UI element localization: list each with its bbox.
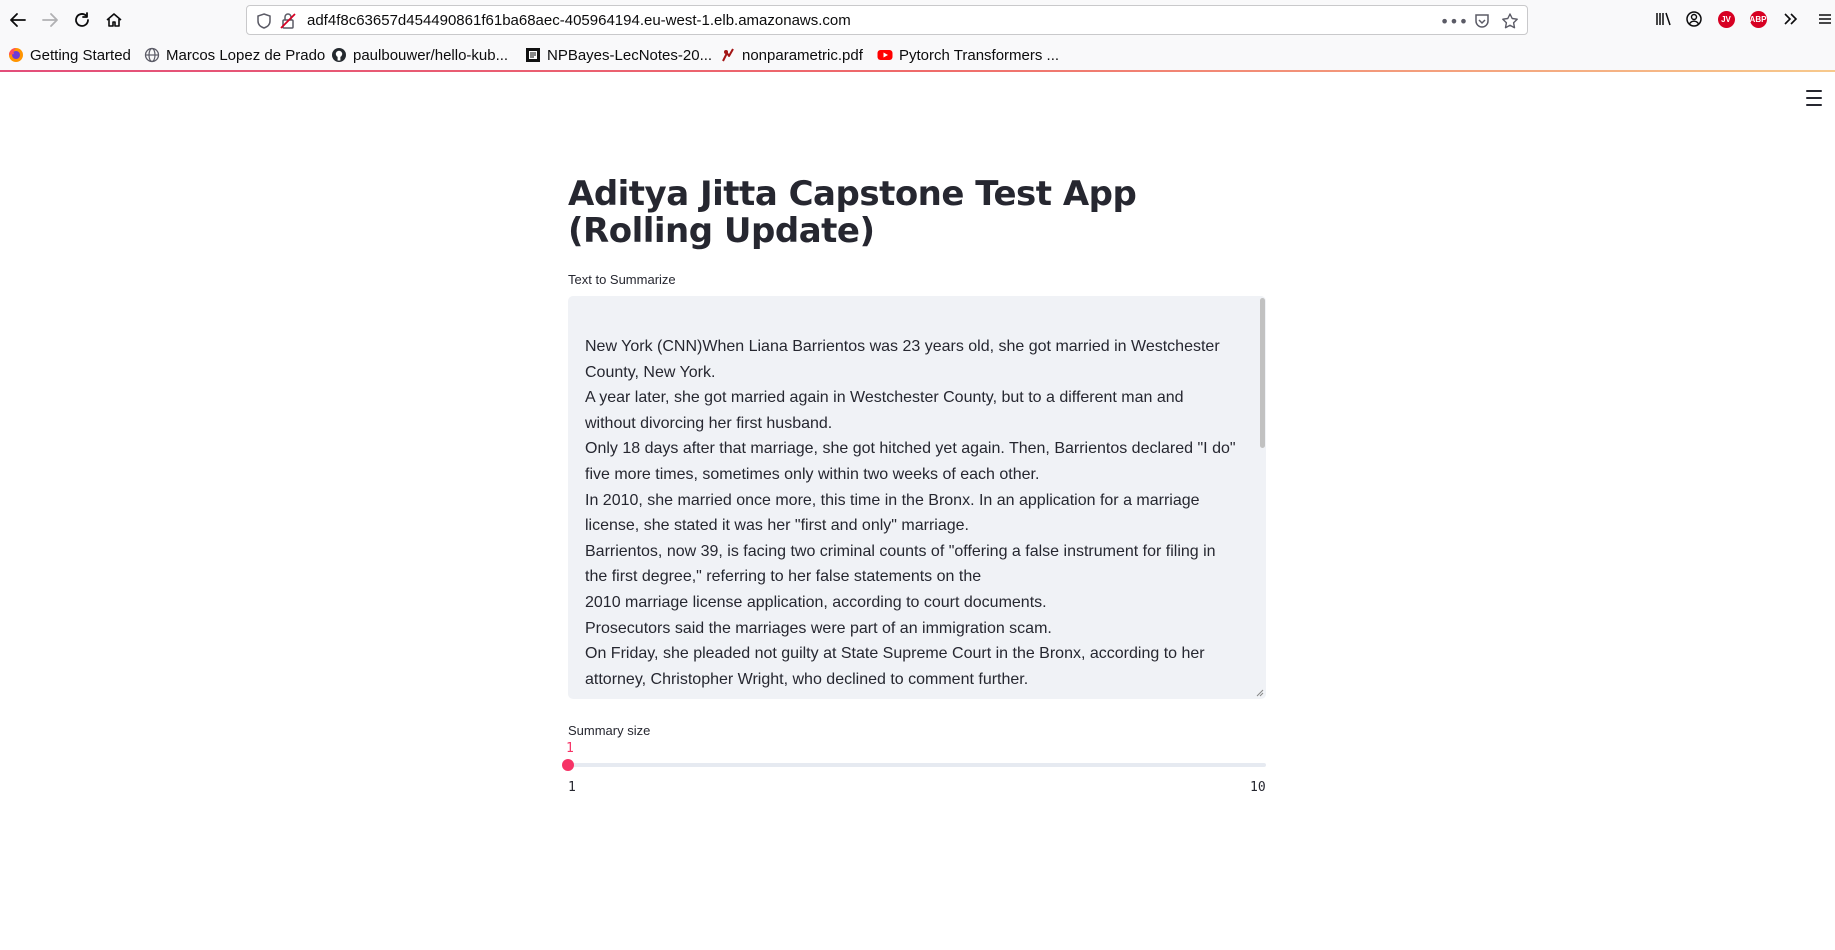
bookmark-label: paulbouwer/hello-kub...: [353, 46, 509, 64]
shield-icon[interactable]: [255, 12, 273, 30]
bookmark-nonparametric[interactable]: nonparametric.pdf: [720, 45, 863, 65]
bookmark-marcos-lopez[interactable]: Marcos Lopez de Prado: [144, 45, 325, 65]
account-icon[interactable]: [1683, 8, 1705, 30]
bookmark-label: Marcos Lopez de Prado: [166, 46, 326, 64]
jv-addon-icon: JV: [1717, 10, 1735, 28]
text-line: New York (CNN)When Liana Barrientos was …: [585, 338, 1220, 381]
github-icon: [331, 47, 347, 63]
insecure-lock-icon[interactable]: [279, 12, 297, 30]
page-title: Aditya Jitta Capstone Test App (Rolling …: [568, 174, 1137, 251]
app-menu-icon[interactable]: [1814, 8, 1835, 30]
text-area-label: Text to Summarize: [568, 272, 676, 287]
bookmarks-toolbar: Getting Started Marcos Lopez de Prado pa…: [0, 40, 1835, 70]
bookmark-label: nonparametric.pdf: [742, 46, 863, 64]
slider-max-label: 10: [1250, 780, 1266, 795]
text-line: 2010 marriage license application, accor…: [585, 593, 1047, 611]
firefox-icon: [8, 47, 24, 63]
library-icon[interactable]: [1652, 8, 1674, 30]
youtube-icon: [877, 47, 893, 63]
app-main-menu-button[interactable]: [1803, 88, 1825, 108]
slider-label: Summary size: [568, 723, 651, 738]
textarea-scrollbar[interactable]: [1260, 298, 1265, 448]
document-icon: [525, 47, 541, 63]
hamburger-icon-line: [1806, 104, 1822, 106]
back-arrow-icon: [10, 13, 26, 27]
url-text[interactable]: adf4f8c63657d454490861f61ba68aec-4059641…: [307, 12, 851, 29]
slider-min-label: 1: [568, 780, 576, 795]
bookmark-star-icon[interactable]: [1501, 12, 1519, 30]
pdf-icon: [720, 47, 736, 63]
overflow-menu-icon[interactable]: [1779, 8, 1801, 30]
bookmark-hello-kub[interactable]: paulbouwer/hello-kub...: [331, 45, 508, 65]
text-line: Only 18 days after that marriage, she go…: [585, 440, 1236, 483]
browser-toolbar: adf4f8c63657d454490861f61ba68aec-4059641…: [0, 0, 1835, 40]
home-button[interactable]: [99, 6, 129, 34]
url-bar[interactable]: adf4f8c63657d454490861f61ba68aec-4059641…: [246, 5, 1528, 35]
summary-size-slider-thumb[interactable]: [562, 759, 574, 771]
text-line: Prosecutors said the marriages were part…: [585, 619, 1052, 637]
hamburger-icon: [1806, 90, 1822, 92]
page-loaded-gradient-line: [0, 70, 1835, 72]
page-actions-icon[interactable]: •••: [1440, 12, 1468, 31]
bookmark-label: NPBayes-LecNotes-20...: [547, 46, 713, 64]
globe-icon: [144, 47, 160, 63]
resize-handle-icon[interactable]: [1254, 687, 1264, 697]
summary-size-slider-track[interactable]: [568, 763, 1266, 767]
textarea-content[interactable]: New York (CNN)When Liana Barrientos was …: [568, 296, 1252, 699]
bookmark-label: Pytorch Transformers ...: [899, 46, 1060, 64]
forward-button[interactable]: [35, 6, 65, 34]
text-line: On Friday, she pleaded not guilty at Sta…: [585, 645, 1205, 688]
reload-icon: [75, 12, 89, 27]
bookmark-label: Getting Started: [30, 46, 131, 64]
slider-current-value: 1: [566, 741, 574, 756]
pocket-icon[interactable]: [1473, 12, 1491, 30]
back-button[interactable]: [3, 6, 33, 34]
bookmark-getting-started[interactable]: Getting Started: [8, 45, 131, 65]
home-icon: [106, 13, 122, 27]
bookmark-npbayes[interactable]: NPBayes-LecNotes-20...: [525, 45, 712, 65]
text-line: A year later, she got married again in W…: [585, 389, 1184, 432]
text-line: In 2010, she married once more, this tim…: [585, 491, 1200, 535]
reload-button[interactable]: [67, 6, 97, 34]
text-to-summarize-textarea[interactable]: New York (CNN)When Liana Barrientos was …: [568, 296, 1266, 699]
bookmark-pytorch-transformers[interactable]: Pytorch Transformers ...: [877, 45, 1059, 65]
forward-arrow-icon: [42, 13, 58, 27]
hamburger-icon-line: [1806, 97, 1822, 99]
extension-abp-button[interactable]: ABP: [1747, 8, 1769, 30]
text-line: Barrientos, now 39, is facing two crimin…: [585, 542, 1216, 586]
extension-jv-button[interactable]: JV: [1715, 8, 1737, 30]
adblock-plus-icon: ABP: [1749, 10, 1767, 28]
